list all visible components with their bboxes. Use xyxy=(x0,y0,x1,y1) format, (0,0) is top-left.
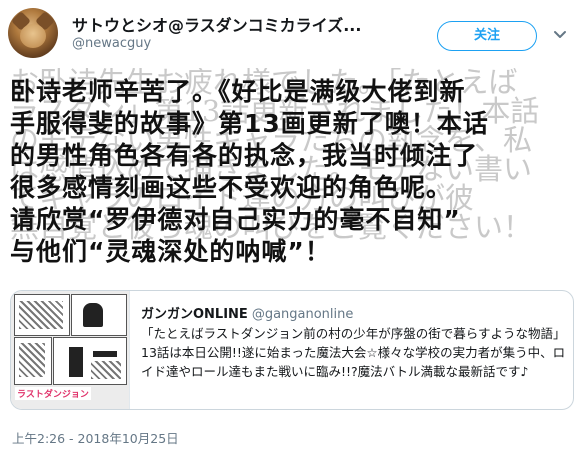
author-display-name[interactable]: サトウとシオ@ラスダンコミカライズ... xyxy=(72,12,361,36)
tweet-timestamp[interactable]: 上午2:26 - 2018年10月25日 xyxy=(12,428,179,447)
tweet-text-chinese: 卧诗老师辛苦了。《好比是满级大佬到新 手服得斐的故事》第13画更新了噢！本话 的… xyxy=(10,77,489,266)
quoted-tweet-text: 「たとえばラストダンジョン前の村の少年が序盤の街で暮らすような物語」13話は本日… xyxy=(141,326,566,379)
follow-button[interactable]: 关注 xyxy=(437,21,537,51)
chevron-down-icon[interactable] xyxy=(553,30,567,40)
quoted-tweet-card[interactable]: ラストダンジョン ガンガンONLINE @ganganonline 「たとえばラス… xyxy=(10,290,574,410)
author-screen-name[interactable]: @newacguy xyxy=(72,36,151,51)
manga-thumbnail-caption: ラストダンジョン xyxy=(15,387,91,400)
quoted-author-handle: @ganganonline xyxy=(251,307,354,322)
author-avatar[interactable] xyxy=(8,8,58,58)
manga-thumbnail-image: ラストダンジョン xyxy=(11,291,130,409)
quoted-author[interactable]: ガンガンONLINE @ganganonline xyxy=(141,303,353,322)
tweet-text: お卧诗先生お疲れ様でした。「たとえば ラスダン」第13話更新されました！本話 の… xyxy=(10,68,582,278)
quoted-author-name: ガンガンONLINE xyxy=(141,307,248,322)
